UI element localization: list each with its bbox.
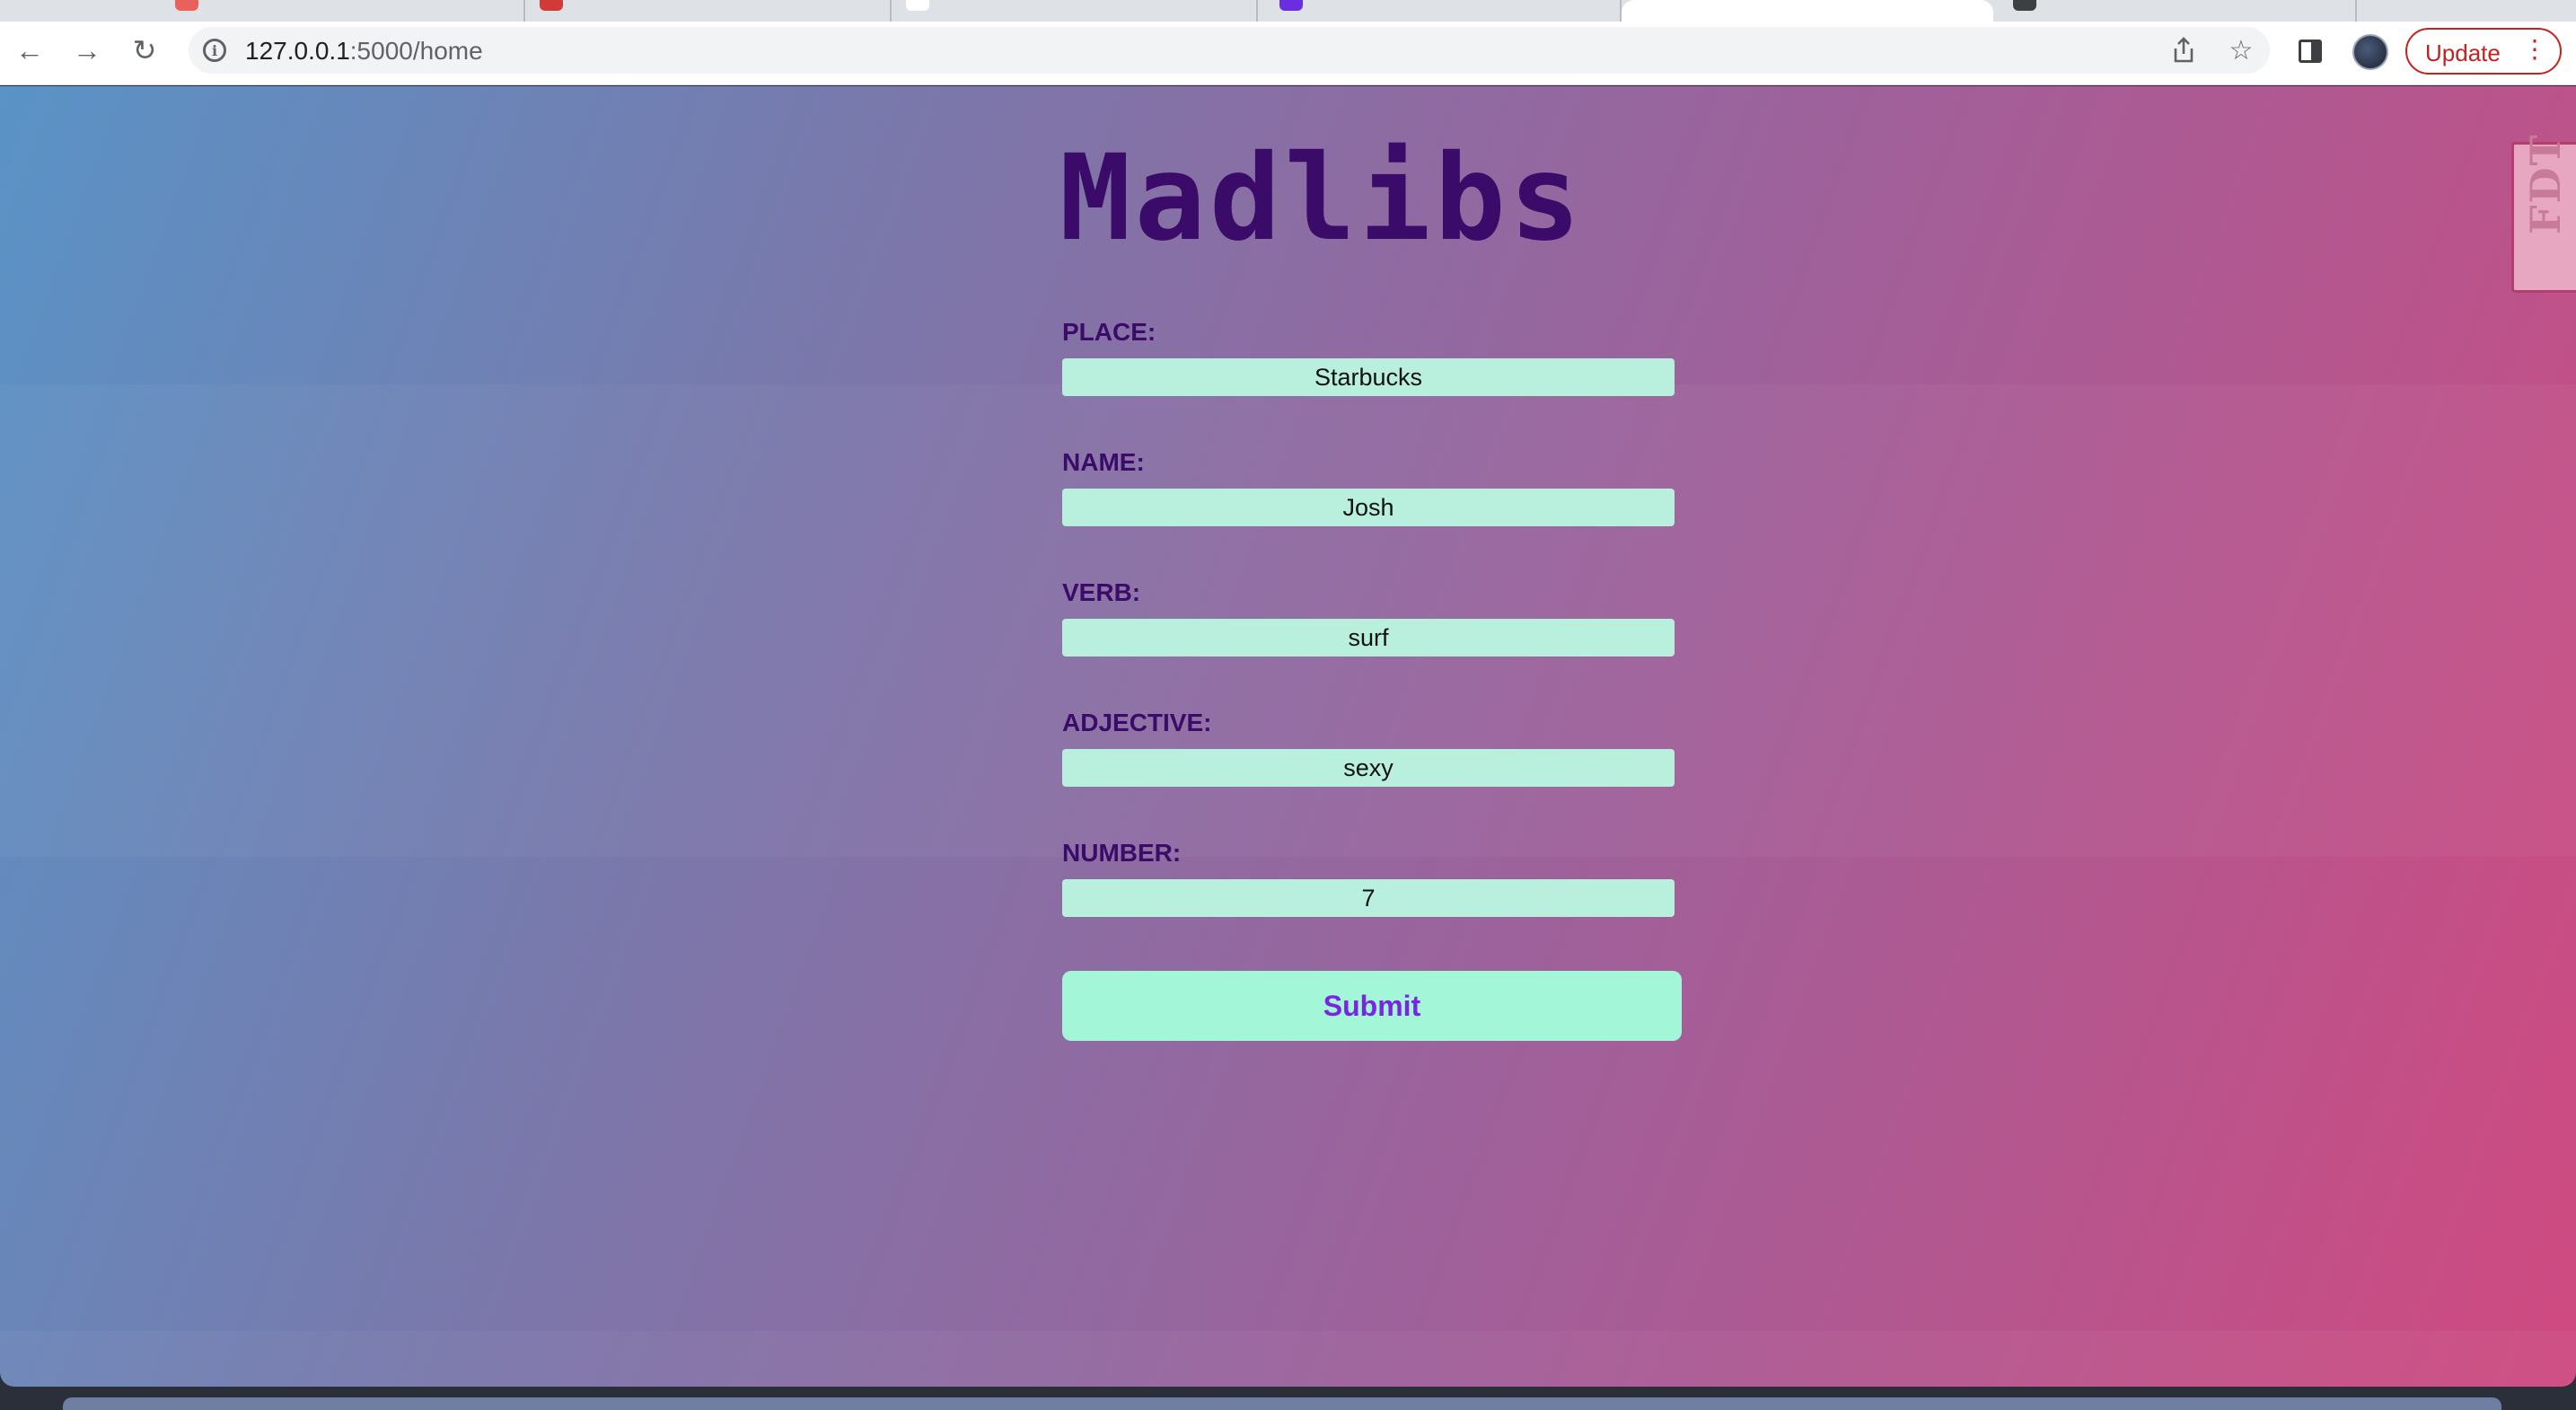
- adjective-input[interactable]: [1062, 749, 1675, 787]
- verb-input[interactable]: [1062, 619, 1675, 657]
- browser-tab[interactable]: [2357, 0, 2576, 22]
- tab-favicon-icon: [906, 0, 929, 11]
- tab-strip: [0, 0, 2576, 22]
- url-text[interactable]: 127.0.0.1:5000/home: [245, 37, 483, 66]
- name-input[interactable]: [1062, 489, 1675, 526]
- tab-favicon-icon: [175, 0, 198, 11]
- browser-tab[interactable]: [892, 0, 1258, 22]
- verb-label: VERB:: [1062, 578, 1141, 606]
- dock-bar: [63, 1397, 2501, 1410]
- browser-tab[interactable]: [1993, 0, 2357, 22]
- place-label: PLACE:: [1062, 318, 1156, 346]
- reload-icon[interactable]: ↻: [126, 31, 163, 69]
- number-input[interactable]: [1062, 879, 1675, 917]
- page-title: Madlibs: [1059, 129, 1585, 268]
- more-menu-icon[interactable]: ⋮: [2522, 37, 2547, 62]
- back-icon[interactable]: ←: [11, 31, 48, 69]
- share-icon-glyph: [2174, 37, 2194, 63]
- url-host: 127.0.0.1: [245, 37, 350, 65]
- fdt-toolbar-tab[interactable]: FDT: [2511, 133, 2576, 293]
- number-label: NUMBER:: [1062, 839, 1182, 867]
- adjective-label: ADJECTIVE:: [1062, 709, 1212, 736]
- update-button[interactable]: Update ⋮: [2405, 28, 2562, 75]
- tab-favicon-icon: [540, 0, 563, 11]
- tab-favicon-icon: [2013, 0, 2036, 11]
- address-bar[interactable]: i 127.0.0.1:5000/home ☆: [189, 27, 2270, 74]
- tab-favicon-icon: [1279, 0, 1303, 11]
- profile-avatar[interactable]: [2352, 34, 2388, 70]
- bookmark-star-icon[interactable]: ☆: [2225, 34, 2257, 66]
- browser-tab[interactable]: [1258, 0, 1622, 22]
- forward-icon[interactable]: →: [68, 31, 106, 69]
- site-info-icon[interactable]: i: [203, 39, 226, 62]
- browser-tab[interactable]: [525, 0, 892, 22]
- share-icon[interactable]: [2167, 34, 2200, 66]
- place-input[interactable]: [1062, 358, 1675, 396]
- update-label: Update: [2425, 40, 2501, 66]
- browser-tab-active[interactable]: [1622, 0, 1993, 22]
- background-band: [0, 1331, 2576, 1387]
- fdt-label: FDT: [2521, 133, 2570, 234]
- page-viewport: Madlibs PLACE: NAME: VERB: ADJECTIVE: NU…: [0, 86, 2576, 1387]
- browser-toolbar: ← → ↻ i 127.0.0.1:5000/home ☆ Update ⋮: [0, 22, 2576, 85]
- url-path: :5000/home: [349, 37, 483, 65]
- submit-button[interactable]: Submit: [1062, 971, 1682, 1041]
- side-panel-icon[interactable]: [2299, 40, 2322, 63]
- browser-tab[interactable]: [135, 0, 525, 22]
- name-label: NAME:: [1062, 448, 1145, 476]
